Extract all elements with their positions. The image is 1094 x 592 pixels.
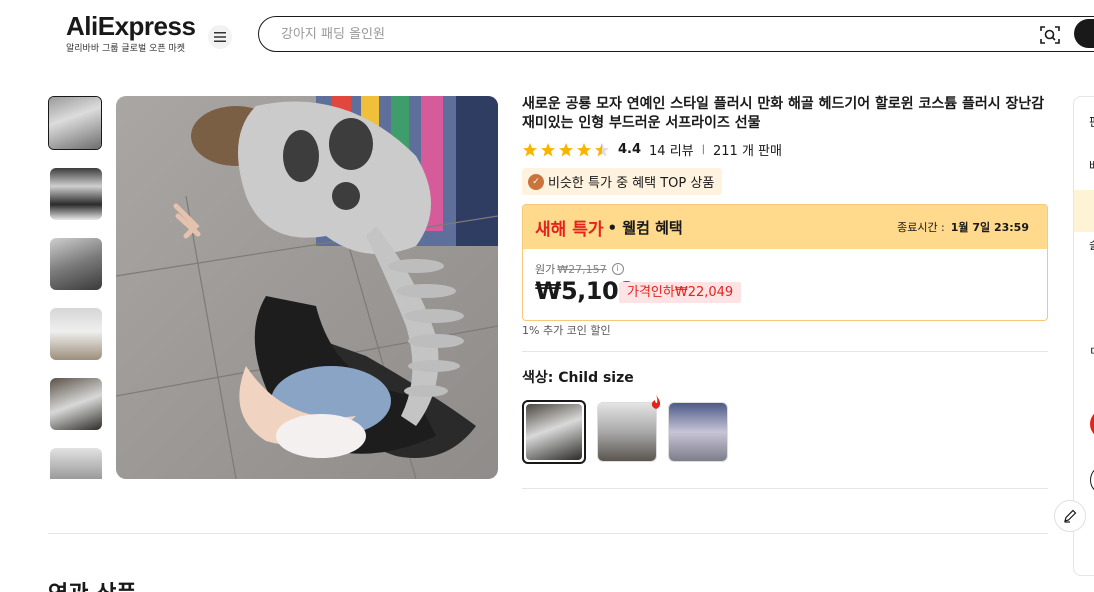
rating-row[interactable]: 4.4 14 리뷰 | 211 개 판매 <box>522 140 782 159</box>
promo-label: 새해 특가 <box>535 219 604 240</box>
thumbnail-6[interactable] <box>50 448 102 479</box>
promo-sublabel: • 웰컴 혜택 <box>607 218 683 237</box>
badge-icon: ✓ <box>528 173 544 190</box>
original-price: 원가 ₩27,157 i <box>535 261 624 277</box>
search-button[interactable] <box>1074 19 1094 48</box>
promo-header: 새해 특가 • 웰컴 혜택 종료시간 :1월 7일 23:59 <box>523 205 1047 249</box>
search-input[interactable] <box>281 23 981 45</box>
color-swatch-3[interactable] <box>668 402 728 462</box>
discount-badge: 가격인하₩22,049 <box>619 282 742 303</box>
side-panel-glyph: ㅁ <box>1089 342 1094 359</box>
thumbnail-3[interactable] <box>50 238 102 290</box>
info-icon[interactable]: i <box>611 263 624 275</box>
promo-end-time: 종료시간 :1월 7일 23:59 <box>897 221 1029 234</box>
search-bar <box>258 16 1094 52</box>
separator: | <box>701 144 706 155</box>
thumbnail-1[interactable] <box>48 96 102 150</box>
review-count[interactable]: 14 리뷰 <box>649 140 694 159</box>
pencil-icon <box>1064 509 1077 523</box>
logo-tagline: 알리바바 그룹 글로벌 오픈 마켓 <box>66 44 186 54</box>
product-photo <box>116 96 498 479</box>
hot-fire-icon <box>651 395 661 409</box>
color-swatch-1[interactable] <box>522 400 586 464</box>
menu-button[interactable] <box>208 25 232 49</box>
sold-count: 211 개 판매 <box>713 144 782 159</box>
product-title: 새로운 공룡 모자 연예인 스타일 플러시 만화 해골 헤드기어 할로윈 코스튬… <box>522 96 1045 131</box>
related-products-heading: 연관 상품 <box>48 576 137 592</box>
thumbnail-4[interactable] <box>50 308 102 360</box>
promo-box: 새해 특가 • 웰컴 혜택 종료시간 :1월 7일 23:59 원가 ₩27,15… <box>522 204 1048 321</box>
thumbnail-list <box>48 96 104 479</box>
badge-text: 비슷한 특가 중 혜택 TOP 상품 <box>548 176 715 191</box>
divider <box>522 351 1048 352</box>
aliexpress-logo[interactable]: AliExpress 알리바바 그룹 글로벌 오픈 마켓 <box>66 11 196 54</box>
thumbnail-5[interactable] <box>50 378 102 430</box>
star-icon <box>541 142 555 156</box>
camera-search-icon[interactable] <box>1039 24 1061 46</box>
star-icon <box>523 142 537 156</box>
half-star-icon <box>595 142 609 156</box>
color-swatch-2[interactable] <box>597 402 657 462</box>
coin-discount-note: 1% 추가 코인 할인 <box>522 324 611 337</box>
divider <box>522 488 1048 489</box>
rating-score: 4.4 <box>618 142 642 157</box>
color-option-label: 색상: Child size <box>522 370 634 386</box>
feedback-button[interactable] <box>1054 500 1086 532</box>
menu-icon <box>214 32 226 42</box>
side-panel-glyph: 솔 <box>1089 236 1094 253</box>
color-swatches <box>522 400 728 464</box>
section-divider <box>48 533 1048 534</box>
side-panel-highlight <box>1074 190 1094 232</box>
main-product-image[interactable] <box>116 96 498 479</box>
star-icon <box>577 142 591 156</box>
thumbnail-2[interactable] <box>50 168 102 220</box>
top-deal-badge: ✓ 비슷한 특가 중 혜택 TOP 상품 <box>522 168 723 195</box>
star-icon <box>559 142 573 156</box>
side-panel-glyph: 판 <box>1089 113 1094 130</box>
rating-stars <box>522 142 610 158</box>
side-panel-glyph: 배 <box>1089 157 1094 174</box>
logo-text: AliExpress <box>66 11 196 41</box>
